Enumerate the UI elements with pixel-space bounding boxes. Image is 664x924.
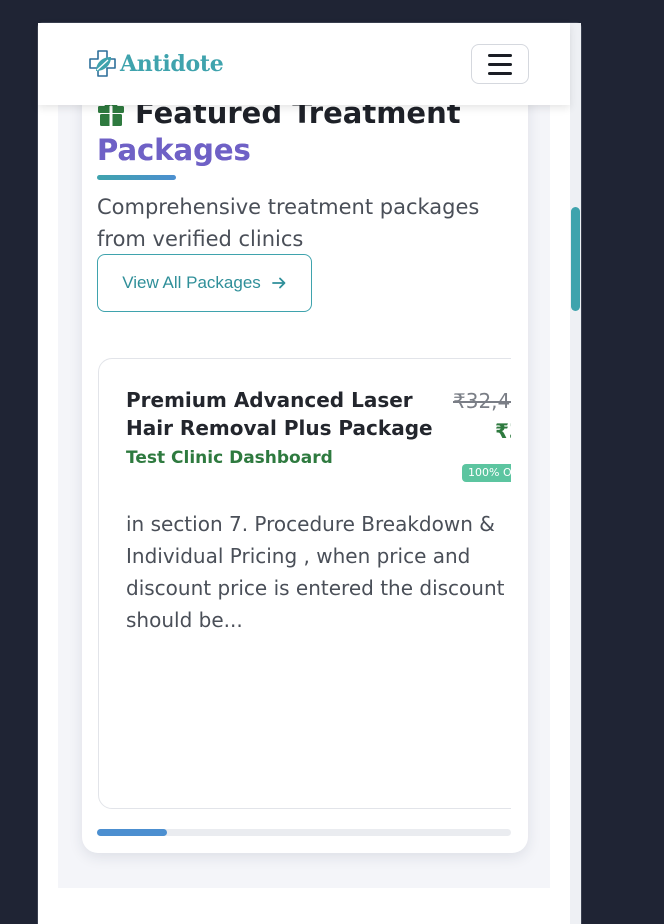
arrow-right-icon (271, 277, 286, 289)
section-heading: Featured Treatment Packages (97, 95, 517, 169)
featured-packages-section: Featured Treatment Packages Comprehensiv… (82, 60, 528, 853)
view-all-label: View All Packages (122, 273, 261, 292)
section-subtitle: Comprehensive treatment packages from ve… (97, 195, 480, 251)
brand-name: Antidote (120, 51, 224, 77)
page-scrollbar-thumb[interactable] (571, 207, 580, 311)
hamburger-menu-button[interactable] (471, 44, 529, 84)
package-description: in section 7. Procedure Breakdown & Indi… (126, 512, 505, 632)
page-scrollbar-track[interactable] (570, 23, 581, 924)
top-navbar: Antidote (38, 23, 570, 105)
medical-cross-leaf-icon (89, 50, 116, 77)
section-title-highlight: Packages (97, 131, 517, 169)
discount-badge: 100% O (462, 464, 518, 482)
hamburger-menu-icon (488, 53, 512, 57)
carousel-progress-track[interactable] (97, 829, 511, 836)
package-clinic[interactable]: Test Clinic Dashboard (126, 448, 333, 468)
carousel-progress-fill (97, 829, 168, 836)
package-title[interactable]: Premium Advanced Laser Hair Removal Plus… (126, 386, 446, 442)
brand-logo[interactable]: Antidote (86, 47, 224, 81)
package-card[interactable]: Premium Advanced Laser Hair Removal Plus… (98, 358, 528, 809)
view-all-packages-button[interactable]: View All Packages (97, 254, 312, 312)
carousel-clip-edge (511, 340, 528, 820)
title-underline (97, 175, 176, 180)
